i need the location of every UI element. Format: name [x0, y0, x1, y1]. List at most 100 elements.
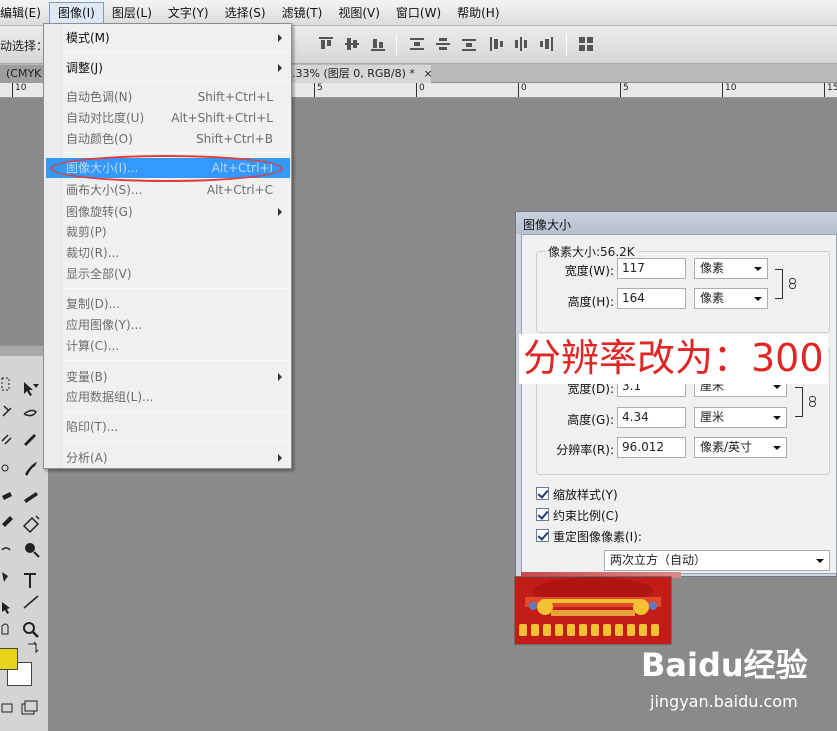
resolution-input[interactable]: 96.012: [617, 437, 686, 458]
resolution-unit-value: 像素/英寸: [700, 440, 753, 454]
history-brush-icon: [2, 492, 12, 500]
menu-layer[interactable]: 图层(L): [104, 2, 160, 24]
type-tool-icon: [24, 573, 36, 588]
width-label: 宽度(W):: [564, 264, 614, 278]
swap-colors-icon: [28, 641, 39, 654]
canvas-image: [515, 577, 671, 644]
submenu-arrow-icon: [278, 64, 282, 72]
crop-tool-icon: [1, 434, 12, 445]
width-unit-value: 像素: [700, 261, 725, 275]
distribute-left-icon[interactable]: [489, 36, 505, 52]
quick-select-icon: [2, 405, 12, 417]
lasso-tool-icon: [23, 409, 37, 417]
move-tool-icon: [24, 382, 33, 396]
dialog-body: 像素大小:56.2K 宽度(W): 117 像素 高度(H): 164 像素 宽…: [521, 234, 837, 574]
chevron-down-icon: [773, 385, 781, 389]
menu-item-auto-contrast[interactable]: 自动对比度(U) Alt+Shift+Ctrl+L: [46, 108, 290, 128]
menu-item-label: 陷印(T)...: [66, 420, 119, 434]
menu-item-canvas-size[interactable]: 画布大小(S)... Alt+Ctrl+C: [46, 180, 290, 200]
menu-separator: [64, 288, 288, 289]
menu-view[interactable]: 视图(V): [330, 2, 388, 24]
menu-image[interactable]: 图像(I): [48, 1, 104, 24]
resample-method-value: 两次立方（自动）: [610, 553, 707, 567]
close-icon[interactable]: ×: [423, 67, 432, 80]
menu-help[interactable]: 帮助(H): [449, 2, 507, 24]
document-tab-active[interactable]: .33% (图层 0, RGB/8) * ×: [286, 65, 433, 83]
distribute-bottom-icon[interactable]: [461, 36, 477, 52]
chevron-down-icon: [816, 559, 824, 563]
auto-align-icon[interactable]: [578, 36, 594, 52]
distribute-vcenter-icon[interactable]: [435, 36, 451, 52]
menu-item-analysis[interactable]: 分析(A): [46, 448, 290, 468]
path-select-icon: [2, 602, 10, 614]
height-input[interactable]: 164: [617, 288, 686, 309]
width-unit-select[interactable]: 像素: [694, 258, 768, 279]
menu-separator: [64, 411, 288, 412]
dodge-tool-icon: [25, 543, 35, 553]
watermark-url: jingyan.baidu.com: [650, 692, 798, 711]
menu-item-reveal-all[interactable]: 显示全部(V): [46, 264, 290, 284]
constrain-proportions-checkbox[interactable]: [536, 508, 549, 521]
scale-styles-checkbox[interactable]: [536, 487, 549, 500]
eraser-tool-icon: [2, 516, 13, 527]
menu-edit[interactable]: 编辑(E): [0, 2, 49, 24]
ruler-label: 0: [518, 83, 527, 97]
distribute-hcenter-icon[interactable]: [513, 36, 529, 52]
align-top-icon[interactable]: [318, 36, 334, 52]
menu-item-shortcut: Alt+Shift+Ctrl+L: [171, 111, 273, 125]
healing-tool-icon: [1, 464, 9, 472]
resolution-unit-select[interactable]: 像素/英寸: [694, 437, 787, 458]
submenu-arrow-icon: [278, 208, 282, 216]
dialog-titlebar[interactable]: 图像大小: [516, 212, 837, 234]
menu-type[interactable]: 文字(Y): [160, 2, 217, 24]
options-divider: [566, 34, 567, 56]
pen-tool-icon: [2, 572, 8, 582]
align-vcenter-icon[interactable]: [344, 36, 360, 52]
menu-item-apply-image[interactable]: 应用图像(Y)...: [46, 315, 290, 335]
menu-item-label: 应用图像(Y)...: [66, 318, 143, 332]
menu-item-label: 裁剪(P): [66, 225, 107, 239]
menu-select[interactable]: 选择(S): [217, 2, 274, 24]
document-tab[interactable]: (CMYK: [0, 65, 45, 83]
menu-item-duplicate[interactable]: 复制(D)...: [46, 294, 290, 314]
menu-item-label: 自动对比度(U): [66, 111, 145, 125]
menu-item-mode[interactable]: 模式(M): [46, 28, 290, 48]
menu-item-crop[interactable]: 裁剪(P): [46, 222, 290, 242]
menu-item-adjust[interactable]: 调整(J): [46, 58, 290, 78]
menu-item-label: 调整(J): [66, 61, 103, 75]
menu-item-apply-dataset[interactable]: 应用数据组(L)...: [46, 387, 290, 407]
height-unit-select[interactable]: 像素: [694, 288, 768, 309]
submenu-arrow-icon: [278, 454, 282, 462]
width-input[interactable]: 117: [617, 258, 686, 279]
resolution-label: 分辨率(R):: [556, 443, 614, 457]
menu-item-trim[interactable]: 裁切(R)...: [46, 243, 290, 263]
doc-height-input[interactable]: 4.34: [617, 407, 686, 428]
menu-filter[interactable]: 滤镜(T): [274, 2, 331, 24]
menu-item-label: 分析(A): [66, 451, 108, 465]
foreground-color-swatch[interactable]: [0, 648, 18, 670]
chain-link-icon: [809, 396, 816, 407]
eyedropper-tool-icon: [24, 434, 36, 446]
menu-item-auto-color[interactable]: 自动颜色(O) Shift+Ctrl+B: [46, 129, 290, 149]
clone-stamp-icon: [24, 492, 38, 503]
menu-item-calculations[interactable]: 计算(C)...: [46, 336, 290, 356]
resample-method-select[interactable]: 两次立方（自动）: [604, 550, 830, 571]
menu-item-auto-tone[interactable]: 自动色调(N) Shift+Ctrl+L: [46, 87, 290, 107]
resample-checkbox[interactable]: [536, 529, 549, 542]
distribute-top-icon[interactable]: [409, 36, 425, 52]
quick-mask-icon: [1, 703, 13, 713]
doc-height-unit-select[interactable]: 厘米: [694, 407, 787, 428]
menu-item-label: 自动色调(N): [66, 90, 133, 104]
menu-item-variables[interactable]: 变量(B): [46, 367, 290, 387]
menu-item-label: 自动颜色(O): [66, 132, 133, 146]
constrain-proportions-label: 约束比例(C): [553, 509, 619, 523]
menu-item-shortcut: Shift+Ctrl+L: [197, 90, 273, 104]
line-tool-icon: [23, 595, 39, 609]
menu-window[interactable]: 窗口(W): [388, 2, 449, 24]
menu-item-rotate[interactable]: 图像旋转(G): [46, 202, 290, 222]
constrain-bracket: [775, 269, 783, 299]
menu-item-label: 复制(D)...: [66, 297, 121, 311]
menu-item-trap[interactable]: 陷印(T)...: [46, 417, 290, 437]
align-bottom-icon[interactable]: [370, 36, 386, 52]
distribute-right-icon[interactable]: [538, 36, 554, 52]
